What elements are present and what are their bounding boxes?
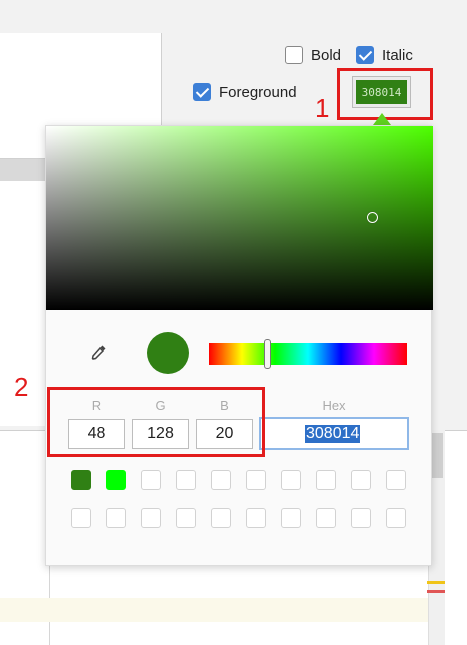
hex-input[interactable]: 308014 <box>259 417 409 450</box>
bold-checkbox[interactable]: Bold <box>285 46 341 64</box>
empty-color-chip[interactable] <box>141 508 161 528</box>
hex-label: Hex <box>322 398 346 413</box>
hue-slider[interactable] <box>209 343 407 365</box>
foreground-label: Foreground <box>219 83 297 101</box>
popup-pointer <box>373 113 391 125</box>
bold-label: Bold <box>311 46 342 64</box>
empty-color-chip[interactable] <box>281 508 301 528</box>
hue-slider-thumb[interactable] <box>264 339 271 369</box>
color-preview-circle <box>147 332 189 374</box>
empty-color-chip[interactable] <box>141 470 161 490</box>
empty-color-chip[interactable] <box>386 508 406 528</box>
foreground-checkbox-box[interactable] <box>193 83 211 101</box>
recent-color-chip[interactable] <box>71 470 91 490</box>
empty-color-chip[interactable] <box>246 470 266 490</box>
editor-background <box>0 0 175 33</box>
annotation-box-2 <box>47 387 265 457</box>
scrollbar-warning-mark <box>427 581 445 584</box>
saturation-value-cursor[interactable] <box>367 212 378 223</box>
empty-color-chip[interactable] <box>211 508 231 528</box>
recent-color-chip[interactable] <box>106 470 126 490</box>
empty-color-chip[interactable] <box>106 508 126 528</box>
italic-label: Italic <box>382 46 413 64</box>
foreground-checkbox[interactable]: Foreground <box>193 83 297 101</box>
empty-color-chip[interactable] <box>351 508 371 528</box>
empty-color-chip[interactable] <box>211 470 231 490</box>
empty-color-chip[interactable] <box>281 470 301 490</box>
panel-divider <box>0 159 45 181</box>
empty-color-chip[interactable] <box>176 508 196 528</box>
italic-checkbox[interactable]: Italic <box>356 46 413 64</box>
empty-color-chip[interactable] <box>316 470 336 490</box>
italic-checkbox-box[interactable] <box>356 46 374 64</box>
empty-color-chip[interactable] <box>176 470 196 490</box>
annotation-number-2: 2 <box>14 372 29 402</box>
hex-input-value: 308014 <box>305 424 361 443</box>
annotation-number-1: 1 <box>315 93 330 123</box>
empty-color-chip[interactable] <box>351 470 371 490</box>
saturation-value-area[interactable] <box>46 126 433 310</box>
bold-checkbox-box[interactable] <box>285 46 303 64</box>
eyedropper-icon[interactable] <box>90 343 108 361</box>
empty-color-chip[interactable] <box>316 508 336 528</box>
empty-color-chip[interactable] <box>386 470 406 490</box>
empty-color-chip[interactable] <box>246 508 266 528</box>
empty-color-chip[interactable] <box>71 508 91 528</box>
current-line-highlight <box>0 598 445 622</box>
scrollbar-error-mark <box>427 590 445 593</box>
color-picker-popup: R G B Hex 48 128 20 308014 <box>45 125 433 566</box>
